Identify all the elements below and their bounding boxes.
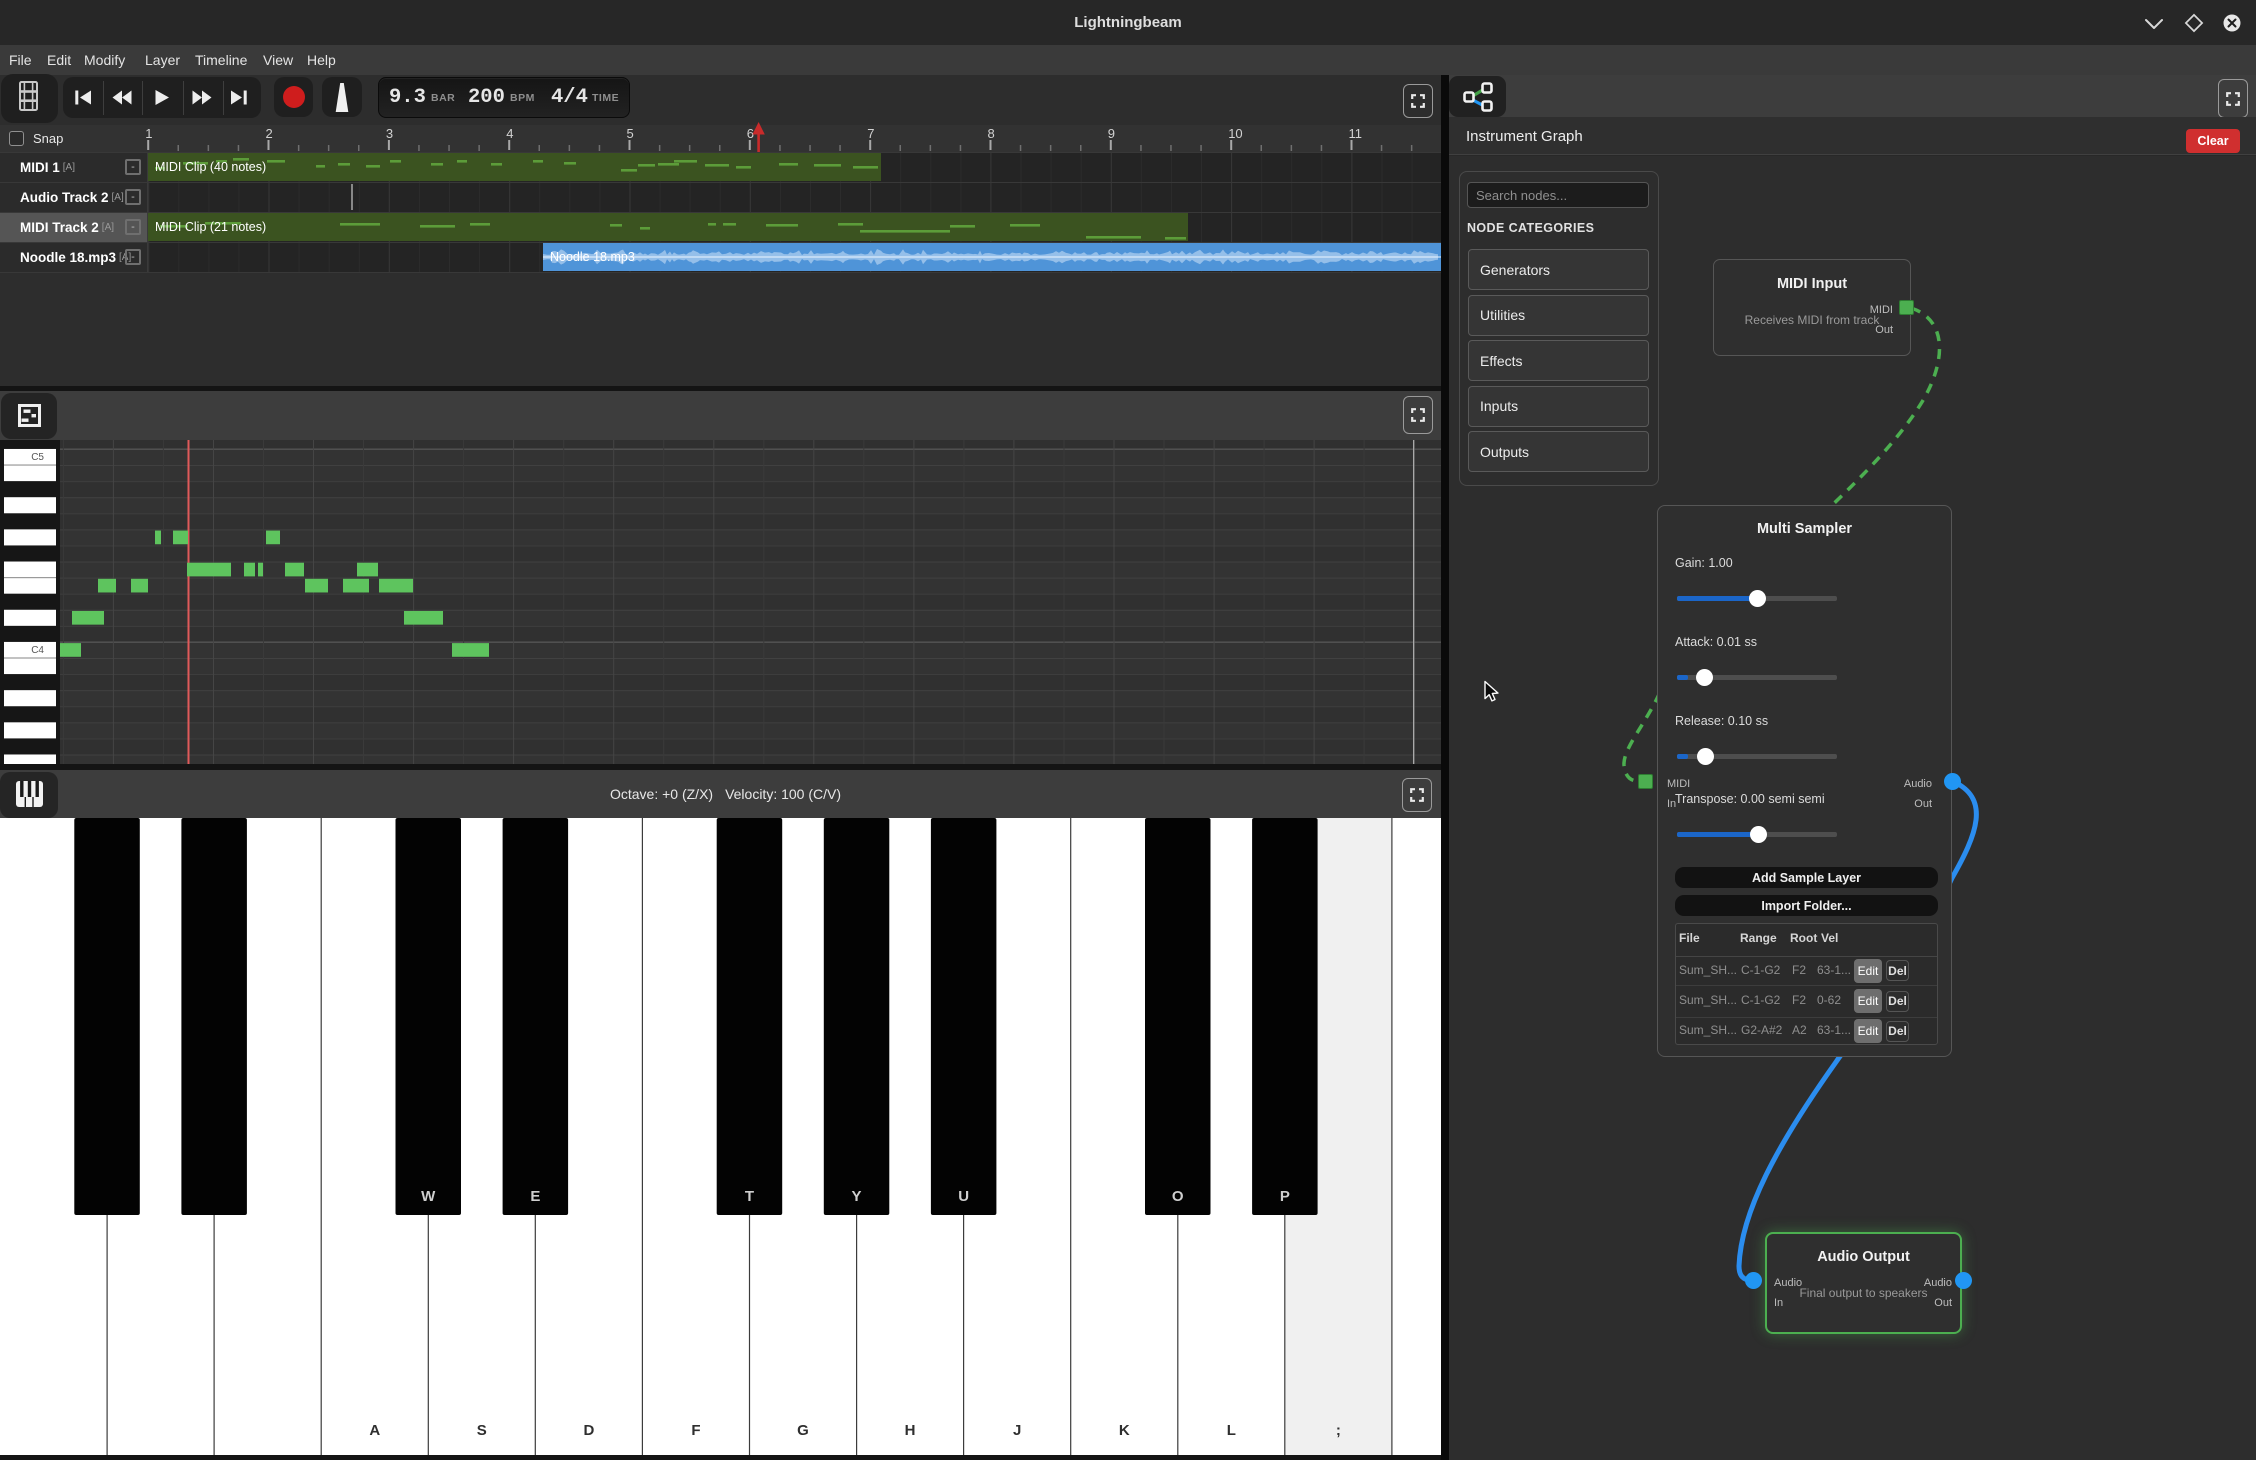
svg-text:1: 1 (145, 126, 152, 141)
svg-text:5: 5 (627, 126, 634, 141)
svg-text:4: 4 (506, 126, 513, 141)
svg-text:7: 7 (867, 126, 874, 141)
svg-text:8: 8 (988, 126, 995, 141)
svg-text:2: 2 (266, 126, 273, 141)
svg-text:9: 9 (1108, 126, 1115, 141)
svg-text:10: 10 (1228, 126, 1242, 141)
svg-text:3: 3 (386, 126, 393, 141)
svg-text:11: 11 (1349, 126, 1363, 141)
